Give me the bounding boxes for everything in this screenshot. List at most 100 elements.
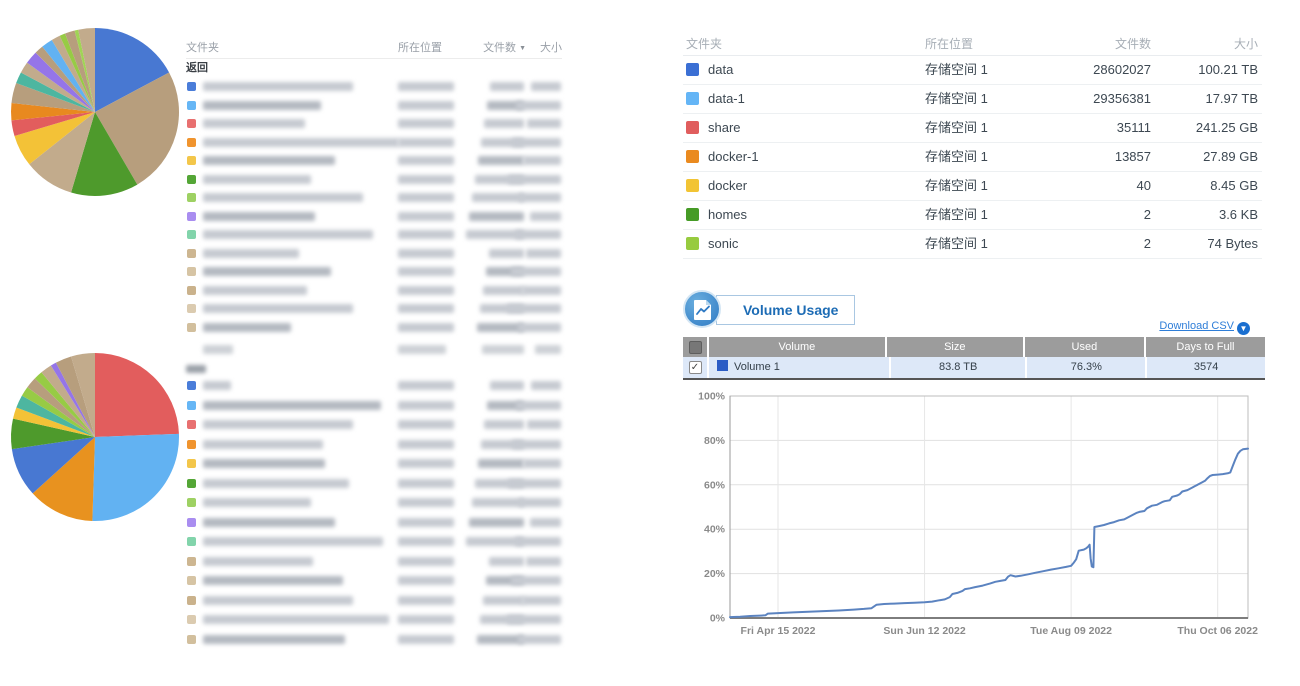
blurred-folder-row[interactable] (186, 493, 562, 513)
blurred-folder-row[interactable] (186, 435, 562, 455)
storage-analyzer-screen: 文件夹 所在位置 文件数▼ 大小 返回 文件夹 所在位置 文件数 大小 data… (0, 0, 1300, 686)
blurred-folder-row[interactable] (186, 630, 562, 650)
volume-usage-chart-icon (683, 290, 721, 328)
folder-location: 存储空间 1 (925, 114, 988, 142)
folder-color-icon (187, 212, 196, 221)
blurred-folder-row[interactable] (186, 244, 562, 263)
blurred-folder-row[interactable] (186, 513, 562, 533)
blurred-folder-name (203, 576, 343, 585)
column-header-size[interactable]: 大小 (540, 38, 562, 58)
folder-location: 存储空间 1 (925, 85, 988, 113)
column-header-size[interactable]: 大小 (1234, 33, 1258, 55)
folder-row[interactable]: docker-1存储空间 11385727.89 GB (683, 143, 1262, 172)
blurred-folder-row[interactable] (186, 188, 562, 207)
blurred-folder-name (203, 156, 335, 165)
blurred-folder-row[interactable] (186, 170, 562, 189)
folder-color-icon (187, 304, 196, 313)
folder-color-icon (686, 237, 699, 250)
folder-color-icon (187, 193, 196, 202)
folder-row[interactable]: data存储空间 128602027100.21 TB (683, 56, 1262, 85)
folder-size: 8.45 GB (1210, 172, 1258, 200)
column-header-filecount[interactable]: 文件数 (1033, 33, 1151, 55)
select-all-checkbox-cell[interactable] (683, 337, 709, 357)
blurred-folder-location (398, 323, 454, 332)
y-axis-tick-label: 40% (704, 524, 726, 536)
column-header-location[interactable]: 所在位置 (925, 33, 973, 55)
blurred-folder-row[interactable] (186, 376, 562, 396)
back-link[interactable]: 返回 (186, 59, 562, 77)
column-header-days-to-full: Days to Full (1146, 337, 1265, 357)
column-header-volume: Volume (709, 337, 887, 357)
blurred-folder-row[interactable] (186, 114, 562, 133)
blurred-folder-row[interactable] (186, 299, 562, 318)
folder-name-cell: docker-1 (686, 143, 759, 171)
blurred-folder-row[interactable] (186, 396, 562, 416)
blurred-folder-row[interactable] (186, 415, 562, 435)
blurred-folder-row[interactable] (186, 77, 562, 96)
blurred-folder-row[interactable] (186, 610, 562, 630)
blurred-folder-name (203, 440, 323, 449)
folder-name: homes (708, 207, 747, 222)
folder-row[interactable]: share存储空间 135111241.25 GB (683, 114, 1262, 143)
column-header-location[interactable]: 所在位置 (398, 38, 442, 58)
blurred-folder-rows-bottom (186, 376, 562, 649)
blurred-folder-location (398, 175, 454, 184)
folder-color-icon (686, 150, 699, 163)
blurred-folder-row[interactable] (186, 281, 562, 300)
blurred-folder-row[interactable] (186, 591, 562, 611)
blurred-folder-row[interactable] (186, 532, 562, 552)
blurred-folder-row[interactable] (186, 96, 562, 115)
folder-size: 3.6 KB (1219, 201, 1258, 229)
folder-row[interactable]: homes存储空间 123.6 KB (683, 201, 1262, 230)
blurred-folder-name (203, 596, 353, 605)
column-header-used: Used (1025, 337, 1146, 357)
blurred-folder-name (203, 193, 363, 202)
blurred-folder-row[interactable] (186, 454, 562, 474)
volume-size: 83.8 TB (891, 357, 1028, 378)
blurred-folder-row[interactable] (186, 318, 562, 337)
folder-size: 74 Bytes (1207, 230, 1258, 258)
blurred-folder-size (522, 596, 561, 605)
column-header-folder[interactable]: 文件夹 (186, 38, 219, 58)
blurred-folder-row[interactable] (186, 571, 562, 591)
blurred-folder-row[interactable] (186, 225, 562, 244)
blurred-back-link[interactable] (186, 360, 562, 376)
blurred-file-count (469, 212, 524, 221)
shared-folder-table: 文件夹 所在位置 文件数 大小 data存储空间 128602027100.21… (683, 33, 1262, 259)
folder-size: 241.25 GB (1196, 114, 1258, 142)
volume-row[interactable]: ✓Volume 183.8 TB76.3%3574 (683, 357, 1265, 378)
blurred-folder-row[interactable] (186, 552, 562, 572)
folder-name: data (708, 62, 733, 77)
folder-file-count: 29356381 (1033, 85, 1151, 113)
folder-name: docker (708, 178, 747, 193)
blurred-folder-location (398, 156, 454, 165)
folder-color-icon (187, 286, 196, 295)
blurred-folder-row[interactable] (186, 151, 562, 170)
blurred-folder-row[interactable] (186, 474, 562, 494)
download-icon: ▼ (1237, 322, 1250, 335)
folder-color-icon (187, 82, 196, 91)
blurred-folder-name (203, 82, 353, 91)
volume-checkbox[interactable]: ✓ (689, 361, 702, 374)
folder-row[interactable]: data-1存储空间 12935638117.97 TB (683, 85, 1262, 114)
volume-checkbox-cell[interactable]: ✓ (683, 357, 709, 378)
blurred-folder-row[interactable] (186, 133, 562, 152)
blurred-folder-row[interactable] (186, 207, 562, 226)
blurred-folder-location (398, 498, 454, 507)
blurred-folder-row[interactable] (186, 262, 562, 281)
folder-row[interactable]: docker存储空间 1408.45 GB (683, 172, 1262, 201)
select-all-checkbox[interactable] (689, 341, 702, 354)
column-header-folder[interactable]: 文件夹 (686, 33, 722, 55)
blurred-folder-size (512, 138, 561, 147)
blurred-folder-name (203, 212, 315, 221)
folder-color-icon (187, 323, 196, 332)
blurred-folder-name (203, 381, 231, 390)
blurred-folder-location (398, 401, 454, 410)
folder-color-icon (187, 175, 196, 184)
column-header-size: Size (887, 337, 1025, 357)
blurred-folder-name (203, 286, 307, 295)
y-axis-tick-label: 60% (704, 479, 726, 491)
folder-row[interactable]: sonic存储空间 1274 Bytes (683, 230, 1262, 259)
download-csv-link[interactable]: Download CSV▼ (1150, 320, 1250, 335)
column-header-filecount[interactable]: 文件数▼ (468, 38, 526, 59)
